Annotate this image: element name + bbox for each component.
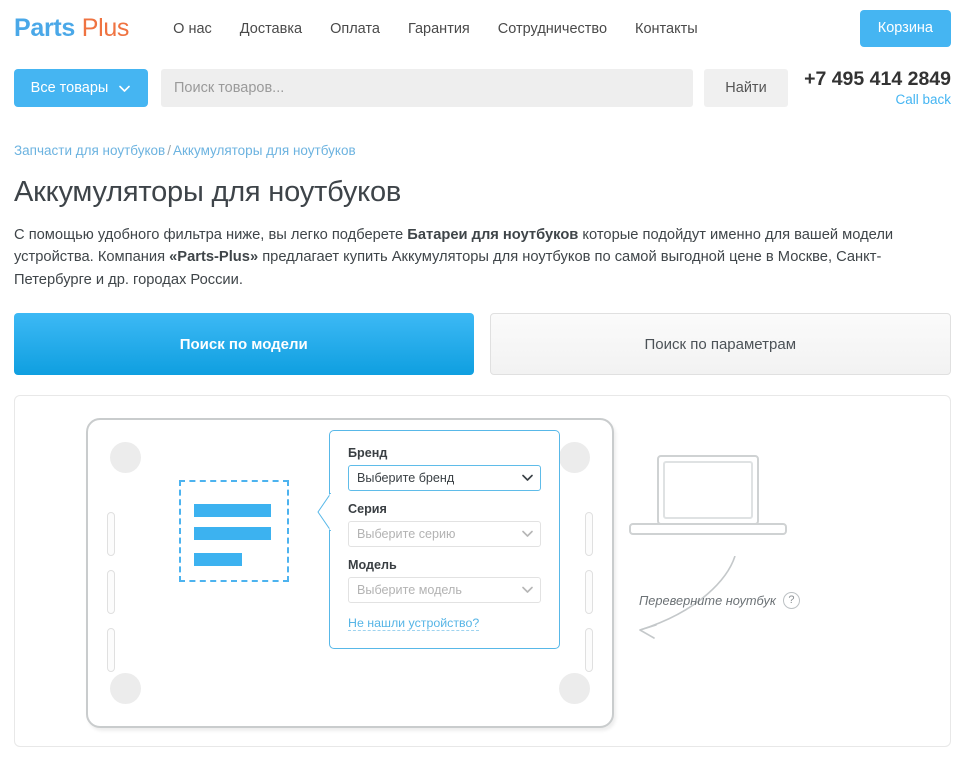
page-content: Запчасти для ноутбуков/Аккумуляторы для … bbox=[0, 143, 965, 375]
search-bar: Все товары Найти +7 495 414 2849 Call ba… bbox=[0, 57, 965, 119]
search-submit-button[interactable]: Найти bbox=[704, 69, 788, 107]
model-select-value: Выберите модель bbox=[357, 583, 462, 597]
laptop-vent-slot-icon bbox=[107, 628, 115, 672]
filter-panel: Бренд Выберите бренд Серия Выберите сери… bbox=[14, 395, 951, 747]
chevron-down-icon bbox=[522, 583, 533, 597]
tab-search-by-model[interactable]: Поиск по модели bbox=[14, 313, 474, 375]
nav-item-delivery[interactable]: Доставка bbox=[240, 21, 302, 37]
laptop-vent-slot-icon bbox=[107, 512, 115, 556]
chevron-down-icon bbox=[118, 82, 131, 95]
search-input[interactable] bbox=[161, 69, 693, 107]
model-select-form: Бренд Выберите бренд Серия Выберите сери… bbox=[329, 430, 560, 649]
question-mark-icon[interactable]: ? bbox=[783, 592, 800, 609]
breadcrumb: Запчасти для ноутбуков/Аккумуляторы для … bbox=[14, 143, 951, 158]
laptop-foot-icon bbox=[559, 673, 590, 704]
flip-laptop-hint-text: Переверните ноутбук bbox=[639, 593, 776, 608]
logo-text-plus: Plus bbox=[82, 14, 129, 42]
model-label: Модель bbox=[348, 558, 541, 572]
series-select-value: Выберите серию bbox=[357, 527, 455, 541]
site-header: Parts Plus О нас Доставка Оплата Гаранти… bbox=[0, 0, 965, 57]
nav-item-about[interactable]: О нас bbox=[173, 21, 212, 37]
logo-text-parts: Parts bbox=[14, 14, 75, 42]
chevron-down-icon bbox=[522, 527, 533, 541]
lead-text-1: С помощью удобного фильтра ниже, вы легк… bbox=[14, 227, 407, 243]
tab-search-by-params[interactable]: Поиск по параметрам bbox=[490, 313, 952, 375]
laptop-foot-icon bbox=[559, 442, 590, 473]
site-logo[interactable]: Parts Plus bbox=[14, 14, 129, 43]
all-goods-dropdown[interactable]: Все товары bbox=[14, 69, 148, 107]
all-goods-label: Все товары bbox=[31, 80, 109, 96]
cart-button[interactable]: Корзина bbox=[860, 10, 951, 47]
callback-link[interactable]: Call back bbox=[804, 92, 951, 108]
nav-item-partnership[interactable]: Сотрудничество bbox=[498, 21, 607, 37]
nav-item-contacts[interactable]: Контакты bbox=[635, 21, 698, 37]
battery-label-line-icon bbox=[194, 527, 271, 540]
breadcrumb-item-parts[interactable]: Запчасти для ноутбуков bbox=[14, 143, 165, 158]
search-mode-tabs: Поиск по модели Поиск по параметрам bbox=[14, 313, 951, 375]
breadcrumb-separator: / bbox=[167, 143, 171, 158]
phone-number[interactable]: +7 495 414 2849 bbox=[804, 68, 951, 90]
brand-label: Бренд bbox=[348, 446, 541, 460]
battery-label-marker bbox=[179, 480, 289, 582]
laptop-vent-slot-icon bbox=[107, 570, 115, 614]
page-description: С помощью удобного фильтра ниже, вы легк… bbox=[14, 224, 951, 291]
laptop-foot-icon bbox=[110, 673, 141, 704]
battery-label-line-icon bbox=[194, 553, 242, 566]
flip-laptop-hint: Переверните ноутбук ? bbox=[639, 592, 800, 609]
main-nav: О нас Доставка Оплата Гарантия Сотруднич… bbox=[173, 21, 698, 37]
laptop-underside-illustration: Бренд Выберите бренд Серия Выберите сери… bbox=[86, 418, 614, 728]
laptop-vent-slot-icon bbox=[585, 570, 593, 614]
brand-select[interactable]: Выберите бренд bbox=[348, 465, 541, 491]
laptop-foot-icon bbox=[110, 442, 141, 473]
laptop-vent-slot-icon bbox=[585, 628, 593, 672]
laptop-vent-slot-icon bbox=[585, 512, 593, 556]
series-select[interactable]: Выберите серию bbox=[348, 521, 541, 547]
laptop-front-illustration bbox=[628, 452, 788, 542]
device-not-found-link[interactable]: Не нашли устройство? bbox=[348, 616, 479, 631]
lead-bold-batteries: Батареи для ноутбуков bbox=[407, 227, 578, 243]
brand-select-value: Выберите бренд bbox=[357, 471, 454, 485]
page-title: Аккумуляторы для ноутбуков bbox=[14, 176, 951, 209]
breadcrumb-item-batteries[interactable]: Аккумуляторы для ноутбуков bbox=[173, 143, 356, 158]
model-select[interactable]: Выберите модель bbox=[348, 577, 541, 603]
nav-item-warranty[interactable]: Гарантия bbox=[408, 21, 470, 37]
callout-notch-icon bbox=[317, 493, 331, 529]
contact-block: +7 495 414 2849 Call back bbox=[804, 68, 951, 108]
lead-bold-company: «Parts-Plus» bbox=[169, 249, 258, 265]
chevron-down-icon bbox=[522, 471, 533, 485]
battery-label-line-icon bbox=[194, 504, 271, 517]
hint-arrow-icon bbox=[610, 556, 810, 671]
series-label: Серия bbox=[348, 502, 541, 516]
nav-item-payment[interactable]: Оплата bbox=[330, 21, 380, 37]
